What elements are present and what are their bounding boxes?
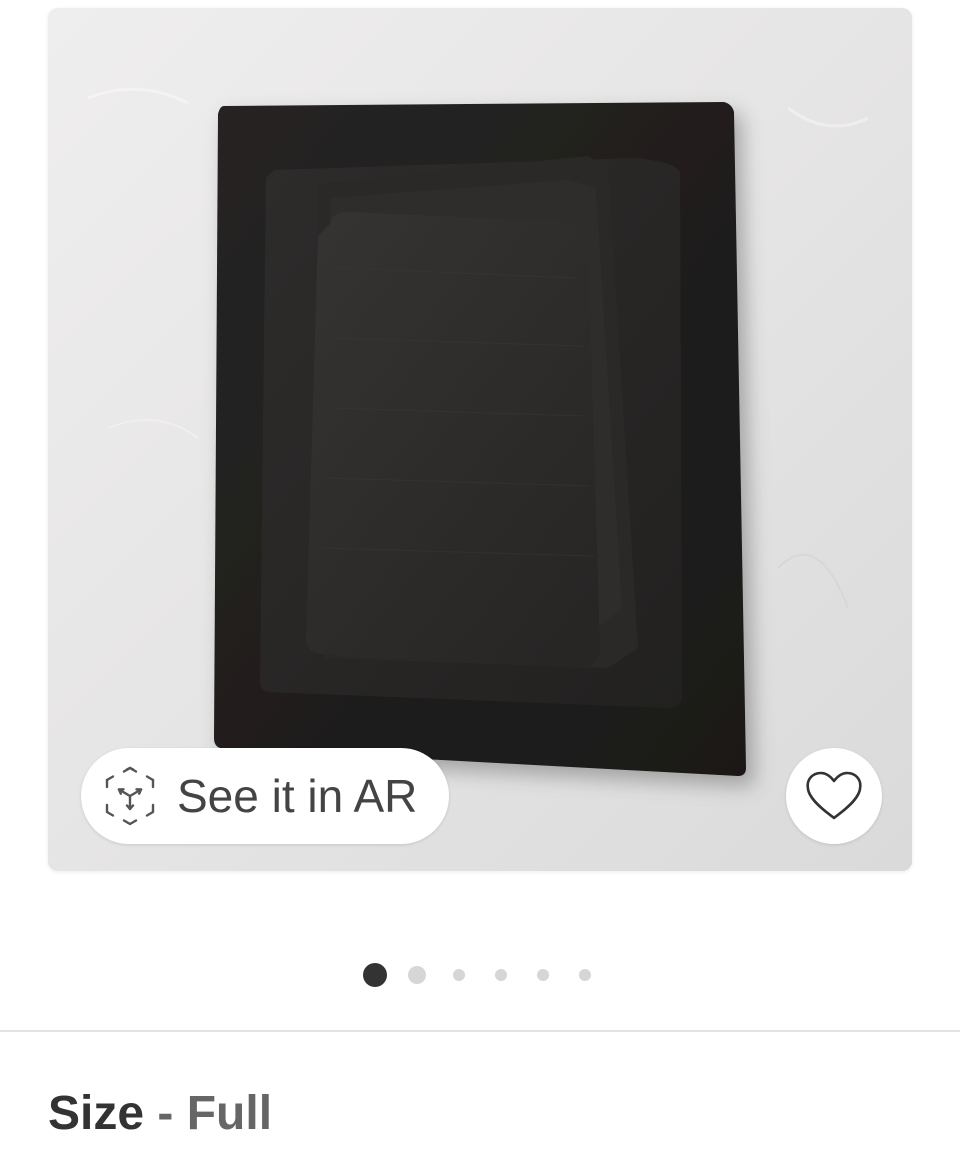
carousel-dot-6[interactable] bbox=[579, 969, 591, 981]
product-photo bbox=[48, 8, 912, 871]
product-image[interactable] bbox=[48, 8, 912, 871]
size-separator: - bbox=[157, 1087, 174, 1140]
section-divider bbox=[0, 1030, 960, 1032]
carousel-dot-3[interactable] bbox=[453, 969, 465, 981]
size-selector-heading: Size - Full bbox=[48, 1085, 272, 1143]
size-value: Full bbox=[186, 1087, 273, 1140]
image-carousel-indicator bbox=[0, 963, 960, 987]
heart-outline-icon bbox=[806, 771, 862, 820]
ar-cube-icon bbox=[103, 765, 157, 827]
favorite-button[interactable] bbox=[786, 748, 882, 844]
carousel-dot-2[interactable] bbox=[408, 966, 426, 984]
size-label: Size bbox=[48, 1087, 145, 1140]
carousel-dot-1[interactable] bbox=[363, 963, 387, 987]
carousel-dot-4[interactable] bbox=[495, 969, 507, 981]
see-in-ar-button[interactable]: See it in AR bbox=[81, 748, 449, 844]
carousel-dot-5[interactable] bbox=[537, 969, 549, 981]
see-in-ar-label: See it in AR bbox=[177, 770, 418, 822]
